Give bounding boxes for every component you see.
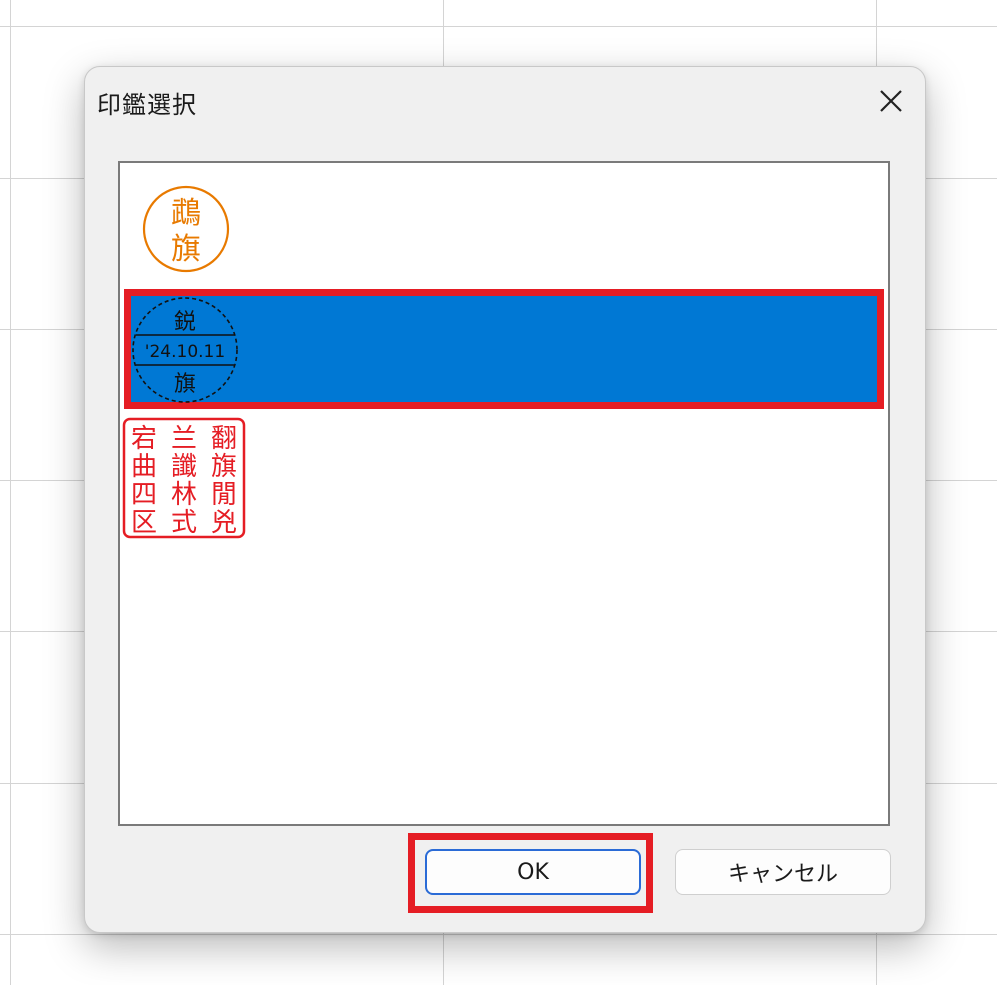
seal-char: 兇: [211, 508, 237, 538]
seal-char: 宕: [131, 424, 157, 454]
ok-button[interactable]: OK: [425, 849, 641, 895]
close-icon: [880, 90, 902, 112]
list-item-date-seal[interactable]: 鋭 '24.10.11 旗: [120, 289, 888, 409]
seal-char: 四: [131, 480, 157, 510]
list-item-name-seal[interactable]: 鵡 旗: [120, 163, 888, 287]
seal-char: 旗: [171, 232, 201, 267]
close-button[interactable]: [871, 81, 911, 121]
date-seal-icon: 鋭 '24.10.11 旗: [132, 297, 238, 403]
list-item-corporate-seal[interactable]: 宕曲四区 兰讖林式 翻旗閒兇: [120, 415, 888, 539]
grid-line: [0, 934, 997, 935]
corporate-seal-icon: 宕曲四区 兰讖林式 翻旗閒兇: [122, 417, 246, 539]
seal-char: 曲: [131, 452, 157, 482]
seal-select-dialog: 印鑑選択 鵡 旗 鋭 '24.10.11 旗 宕 曲 四 区 兰 讖 林 式 翻…: [84, 66, 926, 933]
seal-char: 鋭: [174, 310, 196, 335]
seal-char: 旗: [174, 372, 196, 397]
seal-char: 翻: [211, 424, 237, 454]
seal-char: 旗: [211, 452, 237, 482]
seal-date: '24.10.11: [145, 342, 225, 362]
seal-char: 讖: [171, 452, 197, 482]
dialog-titlebar: 印鑑選択: [85, 67, 925, 137]
name-seal-icon: 鵡 旗: [142, 185, 230, 273]
grid-line: [10, 0, 11, 985]
seal-char: 区: [131, 508, 157, 538]
cancel-button[interactable]: キャンセル: [675, 849, 891, 895]
seal-char: 林: [171, 480, 197, 510]
grid-line: [0, 26, 997, 27]
seal-char: 閒: [211, 480, 237, 510]
seal-list[interactable]: 鵡 旗 鋭 '24.10.11 旗 宕曲四区兰讖林式翻旗閒兇: [118, 161, 890, 826]
seal-char: 兰: [171, 424, 197, 454]
dialog-title: 印鑑選択: [97, 91, 197, 119]
seal-char: 鵡: [171, 196, 201, 231]
seal-char: 式: [171, 508, 197, 538]
